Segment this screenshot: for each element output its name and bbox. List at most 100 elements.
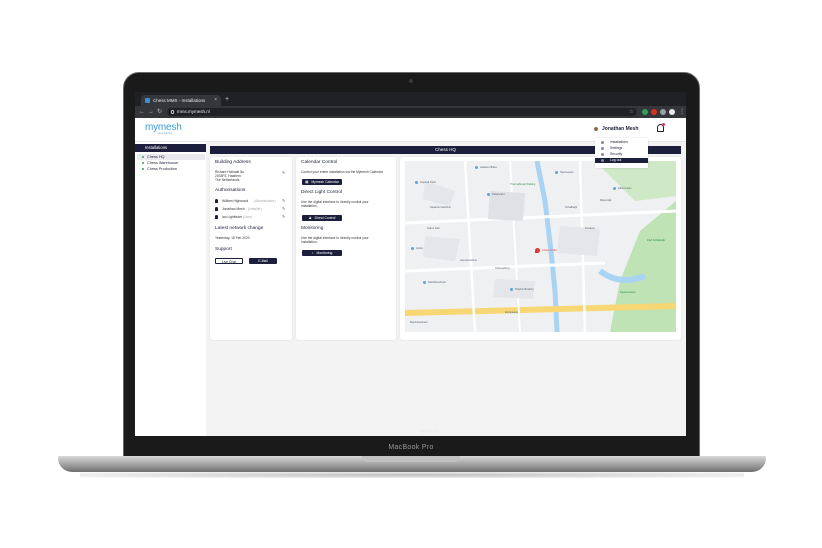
poi-icon[interactable] [613, 187, 616, 190]
person-icon [215, 207, 218, 211]
person-icon [215, 215, 218, 219]
location-pin-icon[interactable] [535, 248, 540, 253]
info-card: Building Address Richard Holkade 8u 2033… [210, 157, 292, 340]
logo-tagline: mesh lighting [157, 132, 173, 135]
profile-avatar[interactable] [669, 109, 675, 115]
menu-icon[interactable]: ⋮ [679, 108, 685, 116]
poi-icon[interactable] [510, 288, 513, 291]
map-canvas [405, 161, 676, 332]
map-label: Haarlem Bikes [480, 166, 497, 169]
extension-icon[interactable] [651, 109, 657, 115]
laptop-notch [362, 456, 460, 462]
close-tab-icon[interactable]: × [214, 95, 217, 106]
map-label: Europaweg [505, 311, 519, 314]
auth-name: Ian Lightbuter [222, 215, 243, 219]
auth-role: (Installer) [248, 207, 262, 211]
address-bar[interactable]: mms.mymesh.nl [167, 108, 637, 116]
menu-item-settings[interactable]: Settings [595, 146, 648, 151]
gear-icon [601, 147, 604, 150]
edit-icon[interactable]: ✎ [282, 170, 285, 175]
browser-toolbar: ← → ↻ mms.mymesh.nl ☆ ⋮ [135, 106, 686, 118]
new-tab-button[interactable]: + [225, 95, 229, 104]
map-label: Dolphin Bowling [515, 288, 534, 291]
poi-icon[interactable] [415, 181, 418, 184]
map-block [557, 226, 600, 256]
map[interactable]: Chess Order Haarlem Bikes Specsavers Ins… [405, 161, 676, 332]
auth-name: William Highwood [222, 199, 249, 203]
map-pin-label: Chess Order [542, 249, 557, 252]
auth-role: (User) [243, 215, 253, 219]
menu-item-security[interactable]: Security [595, 152, 648, 157]
forward-icon[interactable]: → [148, 108, 154, 116]
reload-icon[interactable]: ↻ [157, 108, 162, 116]
network-value: Yesterday, 18 Feb 2020 [215, 236, 250, 240]
map-label: Sportcentrum [620, 291, 636, 294]
map-label: Schouwburg [495, 267, 510, 270]
search-icon: ⌕ [311, 251, 314, 255]
notification-badge [662, 123, 665, 126]
map-label: Schalkwijk [565, 206, 578, 209]
browser-tab[interactable]: Chess MMS - Installations × [141, 95, 221, 106]
calendar-title: Calendar Control [301, 160, 338, 165]
sidebar-item-chess-production[interactable]: Chess Production [137, 166, 205, 172]
menu-item-logout[interactable]: Log out [595, 158, 648, 163]
calendar-button[interactable]: ▦ Mymesh Calendar [302, 179, 342, 185]
live-chat-button[interactable]: Live Chat [215, 258, 243, 264]
email-button[interactable]: E-Mail [249, 258, 277, 264]
menu-item-installations[interactable]: Installations [595, 140, 648, 145]
map-label: Gall & Gall [427, 227, 440, 230]
extension-icon[interactable] [642, 109, 648, 115]
back-icon[interactable]: ← [139, 108, 145, 116]
network-title: Latest network change [215, 226, 264, 231]
auth-title: Authorisations [215, 188, 246, 193]
direct-text: Use the digital interface to directly co… [301, 200, 369, 208]
control-card: Calendar Control Control your entire ins… [296, 157, 396, 340]
monitoring-button[interactable]: ⌕ Monitoring [302, 250, 342, 256]
map-label: Action [416, 247, 424, 250]
poi-icon[interactable] [411, 247, 414, 250]
laptop-shadow [80, 472, 744, 478]
edit-icon[interactable]: ✎ [282, 206, 285, 211]
list-icon [601, 141, 604, 144]
auth-role: (Administrator) [254, 199, 276, 203]
screen: Chess MMS - Installations × + ← → ↻ mms.… [135, 92, 686, 436]
direct-title: Direct Light Control [301, 190, 343, 195]
poi-icon[interactable] [555, 171, 558, 174]
status-dot-icon [142, 162, 144, 164]
avatar[interactable] [594, 127, 598, 131]
status-dot-icon [142, 168, 144, 170]
sidebar-title: Installations [135, 144, 206, 152]
star-icon[interactable]: ☆ [629, 108, 633, 116]
user-name[interactable]: Jonathan Mesh [602, 126, 638, 132]
sidebar: Installations Chess HQ Chess Warehouse C… [135, 142, 206, 436]
map-label: Spaarne Gasthuis [430, 206, 451, 209]
poi-icon[interactable] [475, 166, 478, 169]
person-icon: ♟ [308, 216, 312, 220]
shield-icon [601, 153, 604, 156]
watermark: MyMesh [420, 429, 439, 435]
logout-icon [601, 159, 604, 162]
monitor-text: Use the digital interface to directly co… [301, 236, 369, 244]
calendar-icon: ▦ [305, 180, 309, 184]
map-label: Specsavers [560, 171, 574, 174]
poi-icon[interactable] [487, 193, 490, 196]
map-label: Inspired Nails [420, 181, 436, 184]
favicon-icon [145, 98, 150, 103]
status-dot-icon [142, 156, 144, 158]
map-label: Gemeentehuis [460, 259, 477, 262]
extension-icon[interactable] [660, 109, 666, 115]
map-block [423, 236, 460, 261]
edit-icon[interactable]: ✎ [282, 198, 285, 203]
device-brand: MacBook Pro [388, 444, 434, 451]
map-label: Kruidvat [585, 227, 595, 230]
tab-title: Chess MMS - Installations [153, 98, 206, 103]
direct-control-button[interactable]: ♟ Direct Control [302, 215, 342, 221]
address-line: The Netherlands [215, 178, 240, 182]
user-menu: Installations Settings Security Log out [595, 138, 648, 168]
poi-icon[interactable] [423, 281, 426, 284]
edit-icon[interactable]: ✎ [282, 214, 285, 219]
map-label: ThermaSmart Parking [510, 183, 536, 186]
map-label: Boerhaavelaan [410, 321, 428, 324]
map-label: Dekamarkt [492, 193, 505, 196]
map-label: Molenwijk [600, 199, 612, 202]
